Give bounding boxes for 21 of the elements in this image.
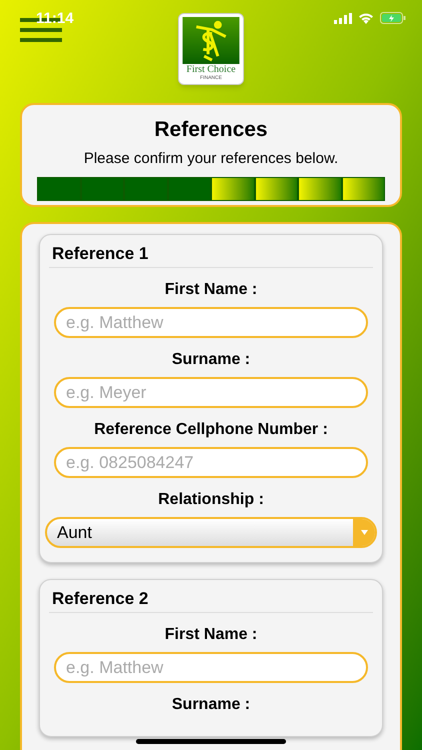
- page-subtitle: Please confirm your references below.: [84, 149, 338, 169]
- input-field[interactable]: e.g. Matthew: [54, 307, 368, 338]
- runner-dollar-icon: [182, 17, 240, 64]
- page-title: References: [154, 117, 268, 143]
- input-field[interactable]: e.g. 0825084247: [54, 447, 368, 478]
- card-title: Reference 2: [49, 588, 373, 613]
- field-label: Surname :: [172, 351, 250, 369]
- logo-name: First Choice: [186, 64, 236, 75]
- card-title: Reference 1: [49, 243, 373, 268]
- caret-icon: [360, 530, 368, 535]
- field-label: Surname :: [172, 696, 250, 714]
- wifi-icon: [358, 12, 374, 24]
- input-field[interactable]: e.g. Meyer: [54, 377, 368, 408]
- battery-icon: [380, 12, 406, 24]
- field-label: Reference Cellphone Number :: [94, 421, 328, 439]
- field-label: Relationship :: [158, 491, 264, 509]
- signal-icon: [334, 12, 352, 24]
- relationship-dropdown[interactable]: Aunt: [45, 517, 377, 548]
- field-label: First Name :: [164, 626, 258, 644]
- input-field[interactable]: e.g. Matthew: [54, 652, 368, 683]
- field-label: First Name :: [164, 281, 258, 299]
